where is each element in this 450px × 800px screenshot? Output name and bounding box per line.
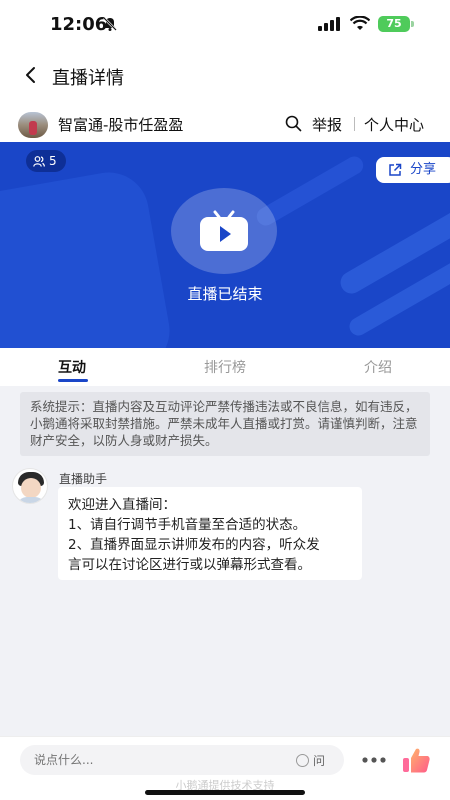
live-status-circle (171, 188, 277, 274)
video-bg-shape (0, 166, 176, 348)
tab-interaction[interactable]: 互动 (58, 357, 86, 377)
message-line: 1、请自行调节手机音量至合适的状态。 (68, 517, 307, 533)
message-line: 欢迎进入直播间： (68, 497, 176, 513)
battery-tip (411, 21, 414, 27)
users-icon (33, 156, 45, 167)
share-button[interactable]: 分享 (376, 157, 450, 183)
assistant-avatar[interactable] (12, 468, 48, 504)
channel-name[interactable]: 智富通-股市任盈盈 (58, 114, 183, 135)
channel-bar: 智富通-股市任盈盈 举报 个人中心 (0, 104, 450, 142)
share-icon (389, 163, 402, 176)
battery-indicator: 75 (378, 16, 410, 32)
status-bar: 12:06 75 (0, 0, 450, 48)
chat-area[interactable]: 系统提示：直播内容及互动评论严禁传播违法或不良信息，如有违反，小鹅通将采取封禁措… (0, 386, 450, 736)
message-line: 2、直播界面显示讲师发布的内容，听众发 (68, 537, 320, 553)
tab-ranking[interactable]: 排行榜 (204, 357, 246, 377)
more-icon[interactable] (362, 757, 386, 763)
live-ended-text: 直播已结束 (187, 285, 263, 303)
home-indicator (145, 790, 305, 795)
channel-avatar[interactable] (18, 112, 48, 138)
like-thumbs-up-icon[interactable] (402, 747, 430, 773)
bottom-bar: 问 小鹅通提供技术支持 (0, 736, 450, 800)
message-sender: 直播助手 (59, 472, 108, 486)
wifi-icon (350, 16, 370, 30)
share-label: 分享 (410, 162, 437, 177)
ask-question-toggle[interactable]: 问 (296, 752, 325, 769)
active-tab-indicator (58, 379, 88, 382)
tab-bar: 互动 排行榜 介绍 (0, 348, 450, 386)
divider (354, 117, 355, 131)
signal-icon (318, 17, 340, 31)
nav-bar: 直播详情 (0, 48, 450, 104)
message-bubble: 欢迎进入直播间： 1、请自行调节手机音量至合适的状态。 2、直播界面显示讲师发布… (58, 487, 362, 580)
personal-center-link[interactable]: 个人中心 (364, 114, 424, 135)
search-icon[interactable] (285, 115, 302, 132)
page-title: 直播详情 (52, 68, 124, 89)
status-time: 12:06 (50, 14, 108, 35)
tab-intro[interactable]: 介绍 (364, 357, 392, 377)
system-notice: 系统提示：直播内容及互动评论严禁传播违法或不良信息，如有违反，小鹅通将采取封禁措… (20, 392, 430, 456)
tv-play-icon (200, 210, 248, 251)
video-player[interactable]: 5 分享 直播已结束 (0, 142, 450, 348)
battery-level: 75 (386, 17, 402, 30)
report-link[interactable]: 举报 (312, 114, 342, 135)
viewer-count: 5 (49, 154, 57, 168)
back-arrow-icon[interactable] (20, 64, 42, 86)
viewer-count-badge: 5 (26, 150, 66, 172)
bell-muted-icon (103, 17, 117, 31)
message-line: 言可以在讨论区进行或以弹幕形式查看。 (68, 557, 311, 573)
radio-circle-icon (296, 754, 309, 767)
ask-label: 问 (313, 754, 326, 768)
